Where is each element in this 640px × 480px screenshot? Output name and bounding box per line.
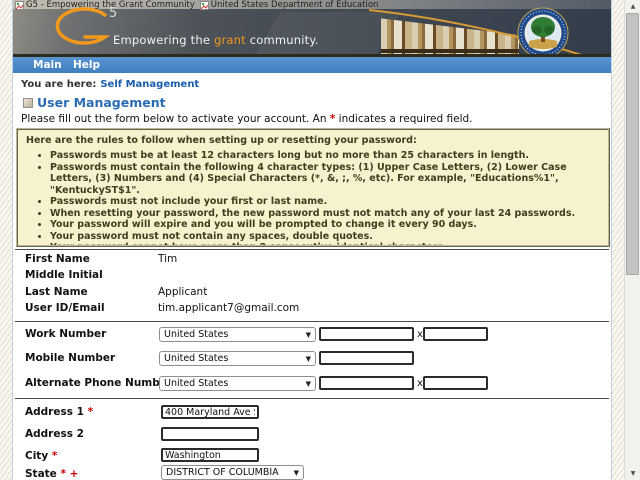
scroll-down-button[interactable]: ▼ (625, 467, 640, 480)
required-marker: * (52, 450, 58, 462)
instruction-text: Please fill out the form below to activa… (21, 113, 330, 125)
broken-image-alt: United States Department of Education (200, 0, 379, 10)
password-rules-title: Here are the rules to follow when settin… (18, 130, 608, 148)
chevron-down-icon: ▼ (306, 331, 311, 339)
password-rule: Passwords must contain the following 4 c… (50, 162, 598, 197)
city-label-text: City (25, 450, 48, 462)
state-plus-marker: + (70, 468, 79, 480)
state-select-value: DISTRICT OF COLUMBIA (166, 467, 279, 478)
state-label: State * + (25, 468, 78, 480)
alternate-ext-input[interactable] (423, 376, 488, 390)
address2-input[interactable] (161, 427, 259, 441)
first-name-value: Tim (158, 253, 177, 265)
user-id-email-value: tim.applicant7@gmail.com (158, 302, 299, 314)
state-select[interactable]: DISTRICT OF COLUMBIA ▼ (161, 465, 304, 480)
g5-page: G5 - Empowering the Grant Community Unit… (12, 0, 612, 480)
tagline: Empowering the grant community. (113, 33, 319, 47)
vertical-scrollbar[interactable]: ▲ ▼ (624, 0, 640, 480)
password-rule: Passwords must not include your first or… (50, 196, 598, 208)
tagline-prefix: Empowering the (113, 33, 214, 47)
alternate-phone-label: Alternate Phone Number (25, 377, 172, 389)
address2-label: Address 2 (25, 428, 84, 440)
page-title: User Management (37, 95, 166, 110)
chevron-down-icon: ▼ (306, 380, 311, 388)
middle-initial-label: Middle Initial (25, 269, 103, 281)
chevron-down-icon: ▼ (294, 469, 299, 477)
tagline-suffix: community. (246, 33, 319, 47)
last-name-value: Applicant (158, 286, 207, 298)
address1-label: Address 1 * (25, 406, 93, 418)
address1-input[interactable] (161, 405, 259, 419)
form-instruction: Please fill out the form below to activa… (21, 113, 473, 125)
chevron-down-icon: ▼ (306, 355, 311, 363)
broken-image-icon (15, 1, 24, 10)
password-rule: Your password cannot have more than 2 co… (50, 242, 598, 247)
broken-image-alt-text: United States Department of Education (211, 0, 379, 10)
mobile-country-select[interactable]: United States ▼ (159, 351, 316, 366)
section-divider (15, 398, 609, 399)
password-rule: Passwords must be at least 12 characters… (50, 150, 598, 162)
alternate-country-value: United States (164, 378, 228, 389)
password-rules-list: Passwords must be at least 12 characters… (18, 150, 608, 247)
last-name-label: Last Name (25, 286, 88, 298)
broken-image-icon (200, 1, 209, 10)
alternate-number-input[interactable] (319, 376, 414, 390)
banner: G5 - Empowering the Grant Community Unit… (13, 0, 611, 57)
mobile-number-input[interactable] (319, 351, 414, 365)
work-country-select[interactable]: United States ▼ (159, 327, 316, 342)
ed-seal-logo (517, 7, 569, 57)
required-marker: * (88, 406, 94, 418)
broken-image-alt-text: G5 - Empowering the Grant Community (26, 0, 195, 10)
menu-item-help[interactable]: Help (73, 59, 100, 71)
breadcrumb-link-self-management[interactable]: Self Management (100, 79, 199, 90)
user-id-email-label: User ID/Email (25, 302, 105, 314)
mobile-number-label: Mobile Number (25, 352, 115, 364)
city-label: City * (25, 450, 57, 462)
scrollbar-thumb[interactable] (626, 13, 639, 275)
heading-placeholder-icon (23, 98, 33, 108)
alternate-country-select[interactable]: United States ▼ (159, 376, 316, 391)
password-rule: Your password must not contain any space… (50, 231, 598, 243)
broken-image-alt-row: G5 - Empowering the Grant Community Unit… (15, 0, 378, 10)
password-rule: Your password will expire and you will b… (50, 219, 598, 231)
password-rules-box: Here are the rules to follow when settin… (16, 128, 610, 247)
work-country-value: United States (164, 329, 228, 340)
instruction-text: indicates a required field. (335, 113, 472, 125)
work-number-label: Work Number (25, 328, 106, 340)
first-name-label: First Name (25, 253, 90, 265)
work-number-input[interactable] (319, 327, 414, 341)
required-marker: * (60, 468, 66, 480)
tagline-accent: grant (214, 33, 246, 47)
menu-item-main[interactable]: Main (33, 59, 62, 71)
breadcrumb-prefix: You are here: (21, 79, 96, 90)
mobile-country-value: United States (164, 353, 228, 364)
address1-label-text: Address 1 (25, 406, 84, 418)
section-divider (15, 249, 609, 250)
work-ext-input[interactable] (423, 327, 488, 341)
scroll-up-button[interactable]: ▲ (625, 0, 640, 13)
state-label-text: State (25, 468, 57, 480)
city-input[interactable] (161, 448, 259, 462)
password-rule: When resetting your password, the new pa… (50, 208, 598, 220)
page-title-row: User Management (23, 95, 166, 110)
broken-image-alt: G5 - Empowering the Grant Community (15, 0, 195, 10)
section-divider (15, 321, 609, 322)
menu-bar: Main Help (13, 57, 611, 73)
breadcrumb: You are here: Self Management (21, 79, 199, 90)
